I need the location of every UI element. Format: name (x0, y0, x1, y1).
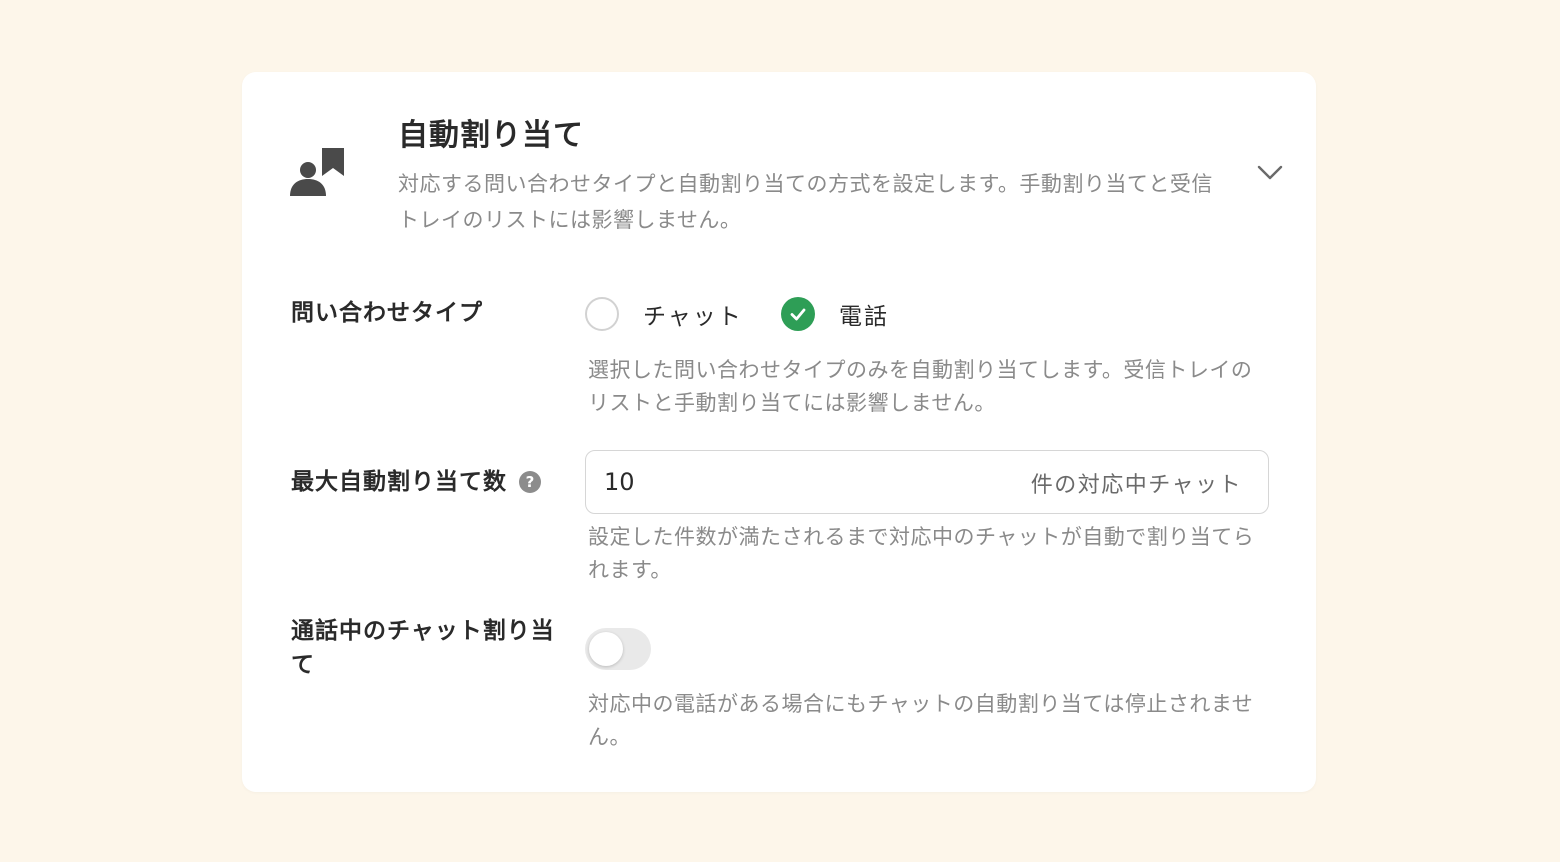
option-phone[interactable]: 電話 (781, 296, 889, 332)
option-chat[interactable]: チャット (585, 296, 743, 332)
call-chat-assign-toggle[interactable] (585, 628, 651, 670)
check-icon (790, 308, 806, 321)
option-chat-label: チャット (643, 304, 743, 330)
call-chat-assign-label: 通話中のチャット割り当て (291, 618, 555, 678)
inquiry-type-label: 問い合わせタイプ (291, 300, 483, 326)
section-title: 自動割り当て (398, 118, 584, 153)
max-assign-input[interactable] (604, 463, 984, 501)
max-assign-field[interactable]: 件の対応中チャット (585, 450, 1269, 514)
chat-checkbox[interactable] (585, 297, 619, 331)
section-description: 対応する問い合わせタイプと自動割り当ての方式を設定します。手動割り当てと受信トレ… (398, 172, 1213, 232)
help-icon[interactable]: ? (519, 471, 541, 493)
max-assign-label: 最大自動割り当て数? (291, 465, 541, 499)
user-bookmark-icon (290, 148, 344, 196)
call-chat-assign-hint: 対応中の電話がある場合にもチャットの自動割り当ては停止されません。 (588, 692, 1254, 749)
toggle-knob (589, 632, 623, 666)
max-assign-hint: 設定した件数が満たされるまで対応中のチャットが自動で割り当てられます。 (588, 525, 1255, 582)
max-assign-label-text: 最大自動割り当て数 (291, 469, 507, 495)
inquiry-type-hint: 選択した問い合わせタイプのみを自動割り当てします。受信トレイのリストと手動割り当… (588, 358, 1253, 415)
option-phone-label: 電話 (839, 304, 889, 330)
chevron-down-icon[interactable] (1254, 156, 1286, 188)
phone-checkbox[interactable] (781, 297, 815, 331)
max-assign-suffix: 件の対応中チャット (1030, 473, 1242, 498)
auto-assign-card: 自動割り当て 対応する問い合わせタイプと自動割り当ての方式を設定します。手動割り… (242, 72, 1316, 792)
